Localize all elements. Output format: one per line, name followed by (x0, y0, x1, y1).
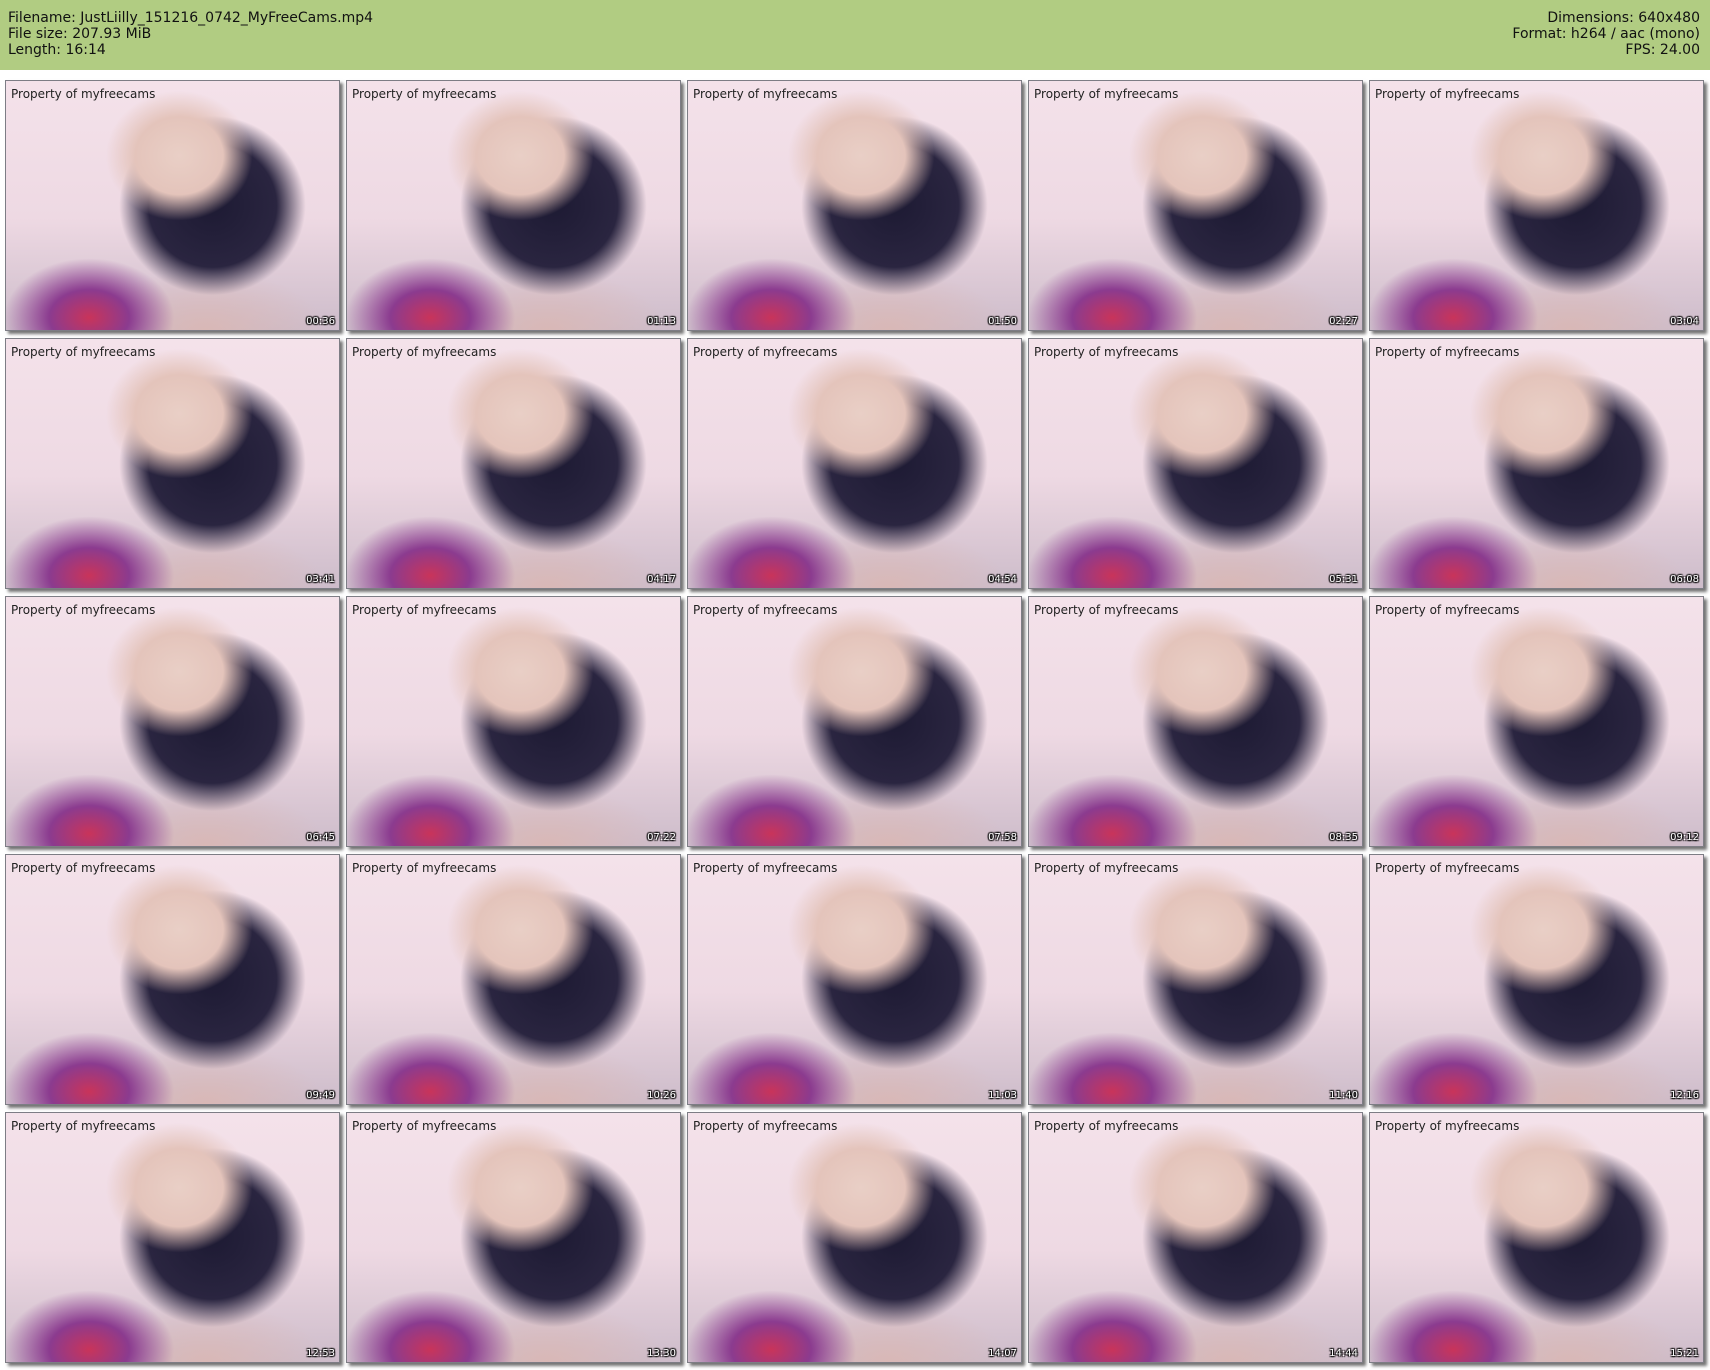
timestamp-label: 08:35 (1329, 832, 1358, 843)
filename-text: Filename: JustLiilly_151216_0742_MyFreeC… (8, 10, 374, 26)
timestamp-label: 05:31 (1329, 574, 1358, 585)
timestamp-label: 12:16 (1670, 1090, 1699, 1101)
timestamp-label: 09:12 (1670, 832, 1699, 843)
video-thumbnail: Property of myfreecams 14:44 (1028, 1112, 1363, 1363)
video-thumbnail: Property of myfreecams 06:45 (5, 596, 340, 847)
video-thumbnail: Property of myfreecams 07:58 (687, 596, 1022, 847)
watermark-text: Property of myfreecams (1034, 861, 1179, 875)
video-thumbnail: Property of myfreecams 07:22 (346, 596, 681, 847)
file-info: Filename: JustLiilly_151216_0742_MyFreeC… (8, 10, 373, 58)
video-thumbnail: Property of myfreecams 04:54 (687, 338, 1022, 589)
watermark-text: Property of myfreecams (352, 87, 497, 101)
fps-text: FPS: 24.00 (1625, 42, 1700, 58)
video-thumbnail: Property of myfreecams 14:07 (687, 1112, 1022, 1363)
video-thumbnail: Property of myfreecams 03:41 (5, 338, 340, 589)
watermark-text: Property of myfreecams (693, 345, 838, 359)
watermark-text: Property of myfreecams (1375, 603, 1520, 617)
watermark-text: Property of myfreecams (352, 603, 497, 617)
video-thumbnail: Property of myfreecams 00:36 (5, 80, 340, 331)
video-info: Dimensions: 640x480 Format: h264 / aac (… (1512, 10, 1700, 58)
watermark-text: Property of myfreecams (693, 603, 838, 617)
video-thumbnail: Property of myfreecams 10:26 (346, 854, 681, 1105)
watermark-text: Property of myfreecams (352, 861, 497, 875)
timestamp-label: 00:36 (306, 316, 335, 327)
info-header: Filename: JustLiilly_151216_0742_MyFreeC… (0, 0, 1710, 70)
video-thumbnail: Property of myfreecams 04:17 (346, 338, 681, 589)
timestamp-label: 01:50 (988, 316, 1017, 327)
dimensions-text: Dimensions: 640x480 (1547, 10, 1700, 26)
timestamp-label: 07:58 (988, 832, 1017, 843)
watermark-text: Property of myfreecams (1375, 861, 1520, 875)
watermark-text: Property of myfreecams (352, 345, 497, 359)
watermark-text: Property of myfreecams (1375, 1119, 1520, 1133)
timestamp-label: 14:44 (1329, 1348, 1358, 1359)
video-thumbnail: Property of myfreecams 12:53 (5, 1112, 340, 1363)
timestamp-label: 06:08 (1670, 574, 1699, 585)
watermark-text: Property of myfreecams (1034, 1119, 1179, 1133)
timestamp-label: 07:22 (647, 832, 676, 843)
timestamp-label: 03:04 (1670, 316, 1699, 327)
watermark-text: Property of myfreecams (1034, 345, 1179, 359)
video-thumbnail: Property of myfreecams 11:03 (687, 854, 1022, 1105)
timestamp-label: 14:07 (988, 1348, 1017, 1359)
watermark-text: Property of myfreecams (693, 87, 838, 101)
format-text: Format: h264 / aac (mono) (1512, 26, 1700, 42)
watermark-text: Property of myfreecams (11, 603, 156, 617)
timestamp-label: 01:13 (647, 316, 676, 327)
video-thumbnail: Property of myfreecams 11:40 (1028, 854, 1363, 1105)
video-thumbnail: Property of myfreecams 13:30 (346, 1112, 681, 1363)
video-thumbnail: Property of myfreecams 09:12 (1369, 596, 1704, 847)
watermark-text: Property of myfreecams (11, 861, 156, 875)
video-thumbnail: Property of myfreecams 12:16 (1369, 854, 1704, 1105)
timestamp-label: 02:27 (1329, 316, 1358, 327)
video-thumbnail: Property of myfreecams 05:31 (1028, 338, 1363, 589)
video-thumbnail: Property of myfreecams 02:27 (1028, 80, 1363, 331)
video-thumbnail: Property of myfreecams 01:50 (687, 80, 1022, 331)
video-thumbnail: Property of myfreecams 15:21 (1369, 1112, 1704, 1363)
watermark-text: Property of myfreecams (1375, 345, 1520, 359)
timestamp-label: 10:26 (647, 1090, 676, 1101)
watermark-text: Property of myfreecams (11, 87, 156, 101)
filesize-text: File size: 207.93 MiB (8, 26, 152, 42)
watermark-text: Property of myfreecams (352, 1119, 497, 1133)
watermark-text: Property of myfreecams (11, 1119, 156, 1133)
timestamp-label: 15:21 (1670, 1348, 1699, 1359)
watermark-text: Property of myfreecams (11, 345, 156, 359)
watermark-text: Property of myfreecams (1034, 603, 1179, 617)
watermark-text: Property of myfreecams (1375, 87, 1520, 101)
timestamp-label: 11:40 (1329, 1090, 1358, 1101)
video-thumbnail: Property of myfreecams 08:35 (1028, 596, 1363, 847)
timestamp-label: 04:17 (647, 574, 676, 585)
thumbnail-grid: Property of myfreecams 00:36 Property of m… (0, 70, 1710, 1370)
watermark-text: Property of myfreecams (1034, 87, 1179, 101)
timestamp-label: 03:41 (306, 574, 335, 585)
video-thumbnail: Property of myfreecams 09:49 (5, 854, 340, 1105)
watermark-text: Property of myfreecams (693, 1119, 838, 1133)
timestamp-label: 11:03 (988, 1090, 1017, 1101)
timestamp-label: 12:53 (306, 1348, 335, 1359)
timestamp-label: 09:49 (306, 1090, 335, 1101)
watermark-text: Property of myfreecams (693, 861, 838, 875)
timestamp-label: 13:30 (647, 1348, 676, 1359)
video-thumbnail: Property of myfreecams 06:08 (1369, 338, 1704, 589)
video-thumbnail: Property of myfreecams 03:04 (1369, 80, 1704, 331)
timestamp-label: 04:54 (988, 574, 1017, 585)
timestamp-label: 06:45 (306, 832, 335, 843)
length-text: Length: 16:14 (8, 42, 106, 58)
video-thumbnail: Property of myfreecams 01:13 (346, 80, 681, 331)
